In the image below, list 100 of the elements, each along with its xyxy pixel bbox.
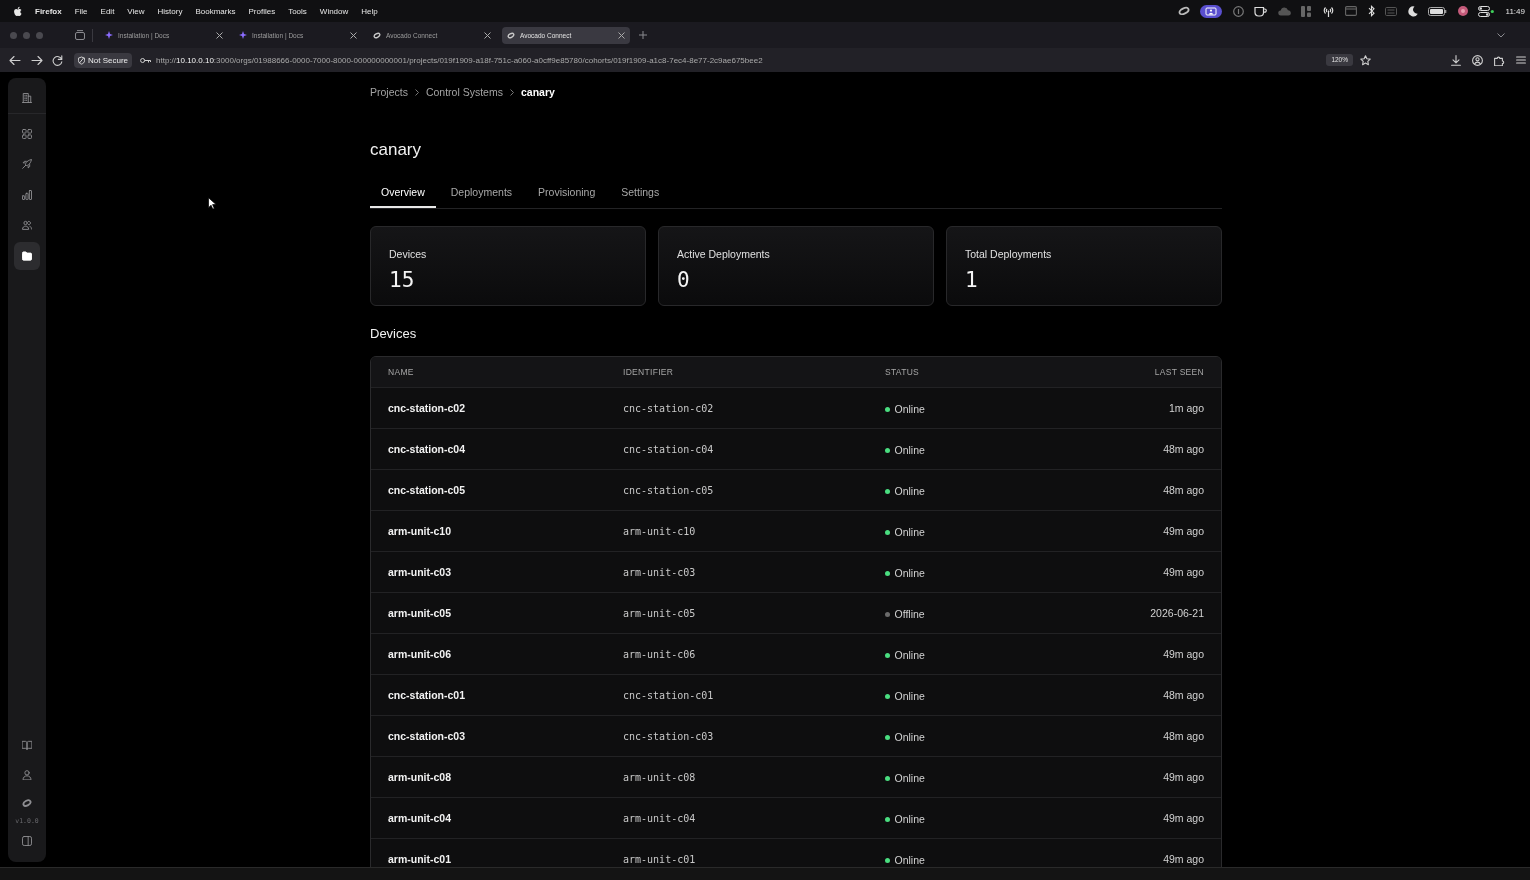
table-cell: cnc-station-c03	[388, 730, 466, 742]
breadcrumb-link[interactable]: Projects	[370, 85, 408, 99]
table-cell: arm-unit-c06	[623, 648, 696, 660]
account-icon[interactable]	[1472, 54, 1483, 66]
cup-icon[interactable]	[1254, 5, 1268, 17]
status-text: Online	[894, 403, 925, 415]
table-cell: cnc-station-c04	[388, 443, 466, 455]
table-cell: 49m ago	[1163, 525, 1204, 537]
table-cell: cnc-station-c03	[623, 730, 714, 742]
menu-item[interactable]: Bookmarks	[195, 6, 236, 16]
stat-label: Devices	[389, 248, 427, 261]
tab[interactable]: Settings	[610, 178, 671, 208]
window-icon[interactable]	[1345, 6, 1358, 16]
plus-icon[interactable]	[639, 31, 647, 39]
tab[interactable]: Overview	[370, 178, 436, 208]
table-cell: 48m ago	[1163, 730, 1204, 742]
table-cell: 48m ago	[1163, 484, 1204, 496]
apple-logo-icon[interactable]	[13, 5, 22, 17]
star-icon[interactable]	[1360, 54, 1371, 66]
puzzle-icon[interactable]	[1494, 54, 1505, 66]
table-cell: cnc-station-c04	[623, 443, 714, 455]
orbit-icon	[507, 31, 515, 39]
stat-value: 1	[965, 268, 978, 292]
orbit-icon	[373, 31, 381, 39]
status-text: Online	[894, 772, 925, 784]
sparkle-icon	[105, 31, 113, 39]
bar-chart-icon	[22, 189, 32, 200]
sparkle-icon	[239, 31, 247, 39]
status-text: Online	[894, 567, 925, 579]
table-cell: cnc-station-c05	[623, 484, 714, 496]
tabs-stack-icon[interactable]	[75, 30, 85, 40]
orbit-icon[interactable]	[1177, 6, 1190, 16]
screen-share-icon[interactable]	[1200, 4, 1223, 18]
chevron-right-icon	[414, 88, 419, 96]
security-badge-button[interactable]: Not Secure	[74, 52, 133, 68]
chevron-down-icon[interactable]	[1497, 32, 1505, 38]
table-cell: cnc-station-c02	[388, 402, 466, 414]
close-icon[interactable]	[618, 31, 625, 39]
status-text: Online	[894, 854, 925, 866]
cloud-icon[interactable]	[1277, 6, 1291, 16]
status-text: Online	[894, 526, 925, 538]
close-icon[interactable]	[216, 31, 223, 39]
breadcrumb-link[interactable]: Control Systems	[425, 85, 503, 99]
key-icon[interactable]	[140, 56, 152, 64]
menu-item[interactable]: Edit	[100, 6, 115, 16]
disc-icon[interactable]	[1457, 6, 1468, 16]
status-text: Online	[894, 649, 925, 661]
shield-icon	[78, 55, 85, 65]
antenna-icon[interactable]	[1321, 5, 1335, 17]
table-cell: 49m ago	[1163, 771, 1204, 783]
close-icon[interactable]	[350, 31, 357, 39]
table-cell: 49m ago	[1163, 812, 1204, 824]
tab[interactable]: Provisioning	[527, 178, 607, 208]
download-icon[interactable]	[1451, 54, 1461, 66]
user-icon	[22, 770, 32, 780]
grid-icon	[22, 129, 32, 139]
table-cell: arm-unit-c03	[388, 566, 451, 578]
table-cell: arm-unit-c10	[623, 525, 696, 537]
table-cell: 48m ago	[1163, 443, 1204, 455]
moon-icon[interactable]	[1407, 5, 1418, 17]
control-center-icon[interactable]	[1478, 5, 1495, 17]
table-cell: arm-unit-c08	[388, 771, 451, 783]
menu-item[interactable]: History	[157, 6, 183, 16]
table-cell: arm-unit-c01	[623, 853, 696, 865]
breadcrumb-current: canary	[520, 85, 555, 99]
status-text: Online	[894, 690, 925, 702]
orbit-logo-icon	[22, 798, 32, 808]
table-cell: 49m ago	[1163, 648, 1204, 660]
column-header: STATUS	[885, 367, 920, 377]
menu-icon[interactable]	[1516, 56, 1526, 64]
stat-label: Active Deployments	[677, 248, 770, 261]
table-cell: arm-unit-c06	[388, 648, 451, 660]
table-cell: cnc-station-c01	[388, 689, 466, 701]
menu-item[interactable]: Profiles	[248, 6, 276, 16]
menu-item[interactable]: File	[74, 6, 88, 16]
menu-item[interactable]: Window	[319, 6, 349, 16]
back-arrow-icon[interactable]	[9, 54, 21, 66]
layout-icon[interactable]	[1301, 5, 1312, 17]
close-icon[interactable]	[484, 31, 491, 39]
tab[interactable]: Deployments	[439, 178, 524, 208]
ring-icon[interactable]	[1232, 5, 1244, 17]
sidebar-button[interactable]	[14, 241, 40, 270]
table-cell: arm-unit-c10	[388, 525, 451, 537]
battery-icon[interactable]	[1428, 6, 1448, 16]
table-cell: 1m ago	[1168, 402, 1204, 414]
menu-item[interactable]: View	[127, 6, 145, 16]
address-field[interactable]: http://10.10.0.10:3000/orgs/01988666-0000-7000-8000-000000000001/projects/019f1909-a18f-751c-a060-a0cff9e85780/cohorts/019f1909-a1c8-7ec4-8e77-2c9ae675bee2	[156, 55, 763, 65]
status-text: Online	[894, 731, 925, 743]
app-name[interactable]: Firefox	[35, 6, 62, 16]
reload-icon[interactable]	[52, 54, 63, 66]
menu-item[interactable]: Tools	[288, 6, 307, 16]
menu-item[interactable]: Help	[361, 6, 378, 16]
status-text: Online	[894, 813, 925, 825]
table-cell: cnc-station-c05	[388, 484, 466, 496]
forward-arrow-icon[interactable]	[31, 54, 43, 66]
column-header: NAME	[388, 367, 414, 377]
column-header: IDENTIFIER	[623, 367, 674, 377]
keyboard-icon[interactable]	[1385, 6, 1398, 16]
table-cell: 2026-06-21	[1150, 607, 1204, 619]
bluetooth-icon[interactable]	[1367, 5, 1375, 17]
